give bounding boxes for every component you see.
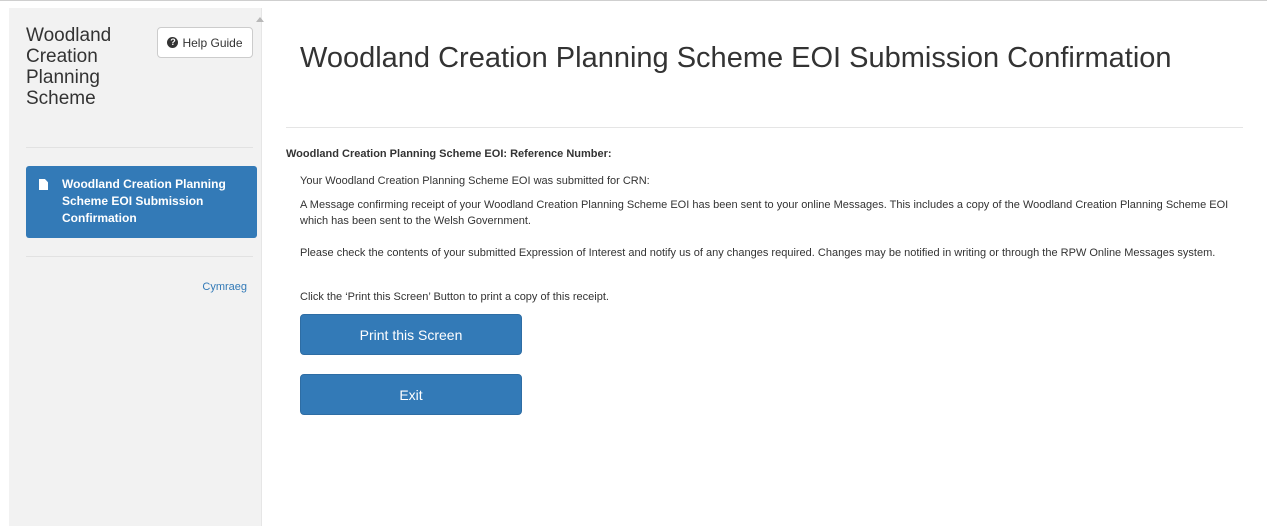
check-contents-text: Please check the contents of your submit… <box>300 247 1216 259</box>
page-title: Woodland Creation Planning Scheme EOI Su… <box>300 42 1172 74</box>
sidebar-title: Woodland Creation Planning Scheme <box>26 25 112 109</box>
document-icon <box>39 179 48 190</box>
question-circle-icon: ? <box>167 37 179 48</box>
sidebar: Woodland Creation Planning Scheme ? Help… <box>9 8 264 526</box>
exit-button[interactable]: Exit <box>300 374 522 415</box>
sidebar-divider <box>26 147 253 148</box>
submitted-crn-text: Your Woodland Creation Planning Scheme E… <box>300 175 650 187</box>
help-guide-label: Help Guide <box>182 35 243 50</box>
reference-number-heading: Woodland Creation Planning Scheme EOI: R… <box>286 148 612 160</box>
scroll-up-arrow-icon[interactable] <box>256 17 264 22</box>
language-link-cymraeg[interactable]: Cymraeg <box>202 281 247 293</box>
print-instruction-text: Click the ‘Print this Screen’ Button to … <box>300 291 609 303</box>
sidebar-divider <box>26 256 253 257</box>
sidebar-item-label: Woodland Creation Planning Scheme EOI Su… <box>62 177 226 225</box>
help-guide-button[interactable]: ? Help Guide <box>157 27 253 58</box>
print-screen-button[interactable]: Print this Screen <box>300 314 522 355</box>
sidebar-item-submission-confirmation[interactable]: Woodland Creation Planning Scheme EOI Su… <box>26 166 257 238</box>
message-confirmation-text: A Message confirming receipt of your Woo… <box>300 199 1229 227</box>
top-border <box>0 0 1267 1</box>
title-divider <box>286 127 1243 128</box>
